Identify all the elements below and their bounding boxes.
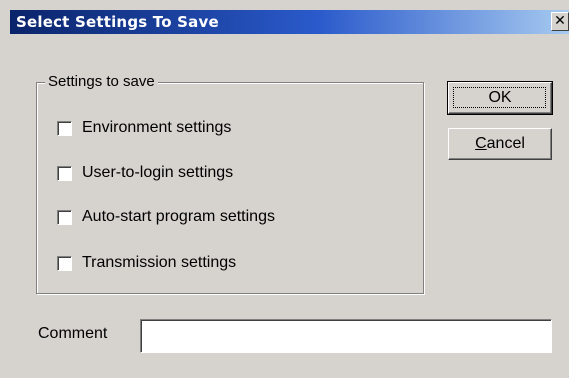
settings-groupbox: Settings to save Environment settings Us… [36,73,424,294]
auto-start-program-settings-label[interactable]: Auto-start program settings [82,208,275,226]
user-to-login-settings-option[interactable]: User-to-login settings [57,163,233,183]
transmission-settings-checkbox[interactable] [57,255,72,271]
groupbox-legend: Settings to save [45,73,158,90]
select-settings-dialog: Select Settings To Save ✕ Settings to sa… [0,0,569,378]
cancel-label-rest: ancel [486,135,525,152]
cancel-mnemonic: C [475,135,487,152]
environment-settings-option[interactable]: Environment settings [57,118,231,138]
close-button[interactable]: ✕ [551,12,569,31]
dialog-title: Select Settings To Save [16,13,219,31]
auto-start-program-settings-checkbox[interactable] [57,209,72,225]
environment-settings-label[interactable]: Environment settings [82,119,231,137]
transmission-settings-label[interactable]: Transmission settings [82,254,236,272]
cancel-button[interactable]: Cancel [448,128,552,160]
user-to-login-settings-checkbox[interactable] [57,165,72,181]
close-icon: ✕ [554,13,566,29]
comment-input[interactable] [140,319,552,353]
user-to-login-settings-label[interactable]: User-to-login settings [82,164,233,182]
title-bar[interactable]: Select Settings To Save ✕ [10,10,569,34]
ok-button[interactable]: OK [447,81,553,115]
cancel-button-label: Cancel [475,135,525,153]
environment-settings-checkbox[interactable] [57,120,72,136]
auto-start-program-settings-option[interactable]: Auto-start program settings [57,207,275,227]
transmission-settings-option[interactable]: Transmission settings [57,253,236,273]
comment-label: Comment [38,325,108,342]
focus-rectangle [453,87,546,108]
